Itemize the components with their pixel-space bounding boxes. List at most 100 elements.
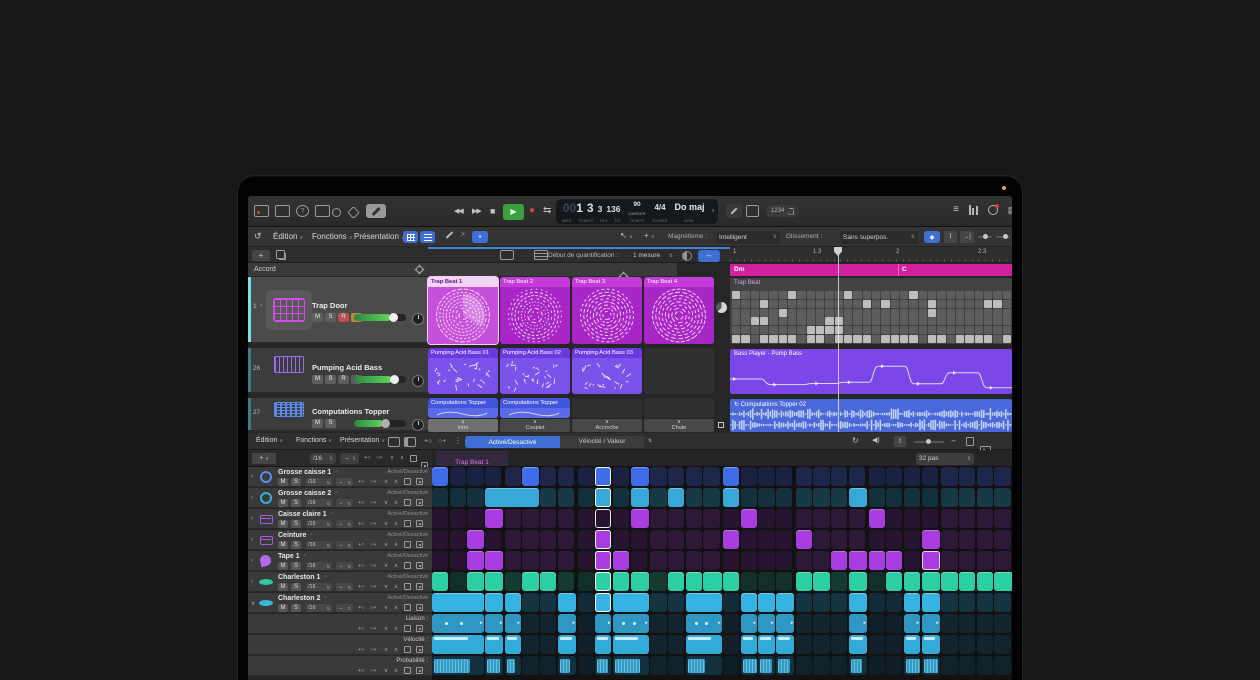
step-cell[interactable]: [650, 593, 666, 612]
step-cell-active[interactable]: [741, 593, 757, 612]
step-cell-active[interactable]: [849, 572, 867, 591]
step-cell[interactable]: [813, 530, 829, 549]
substep-cell[interactable]: [796, 656, 812, 675]
row-down-icon[interactable]: ∨: [384, 668, 388, 674]
substep-cell[interactable]: [813, 635, 829, 654]
substep-cell[interactable]: [831, 614, 847, 633]
step-cell[interactable]: [758, 551, 774, 570]
row-m-button[interactable]: M: [278, 541, 288, 549]
step-cell-active[interactable]: [540, 572, 556, 591]
row-inc-icon[interactable]: +○: [358, 563, 365, 569]
substep-cell[interactable]: [650, 614, 666, 633]
add-row-button[interactable]: + ∨: [252, 453, 276, 464]
empty-loop-slot[interactable]: [572, 398, 642, 418]
menu-presentation-seq[interactable]: Présentation∨: [340, 437, 385, 444]
row-up-icon[interactable]: ∧: [394, 626, 398, 632]
step-cell-active[interactable]: [994, 572, 1012, 591]
pointer-tool-dropdown[interactable]: ↖ ∨: [620, 232, 633, 240]
menu-presentation-loops[interactable]: Présentation∨: [354, 232, 405, 241]
step-cell[interactable]: [813, 488, 829, 507]
menu-fonctions-loops[interactable]: Fonctions∨: [312, 232, 352, 241]
draw-icon[interactable]: [445, 234, 454, 236]
step-cell-active[interactable]: [959, 572, 975, 591]
row-inc-icon[interactable]: +○: [358, 647, 365, 653]
inspector-icon[interactable]: [315, 205, 330, 217]
step-cell[interactable]: [758, 509, 774, 528]
step-cell[interactable]: [723, 551, 739, 570]
tie-cell[interactable]: ▸: [595, 614, 611, 633]
record-button[interactable]: ●: [529, 205, 535, 216]
step-cell-active[interactable]: [485, 593, 503, 612]
dec-icon[interactable]: ○+: [376, 456, 383, 462]
substep-cell[interactable]: [886, 656, 902, 675]
step-cell[interactable]: [558, 509, 574, 528]
step-cell[interactable]: [849, 467, 865, 486]
track-row[interactable]: 27Computations TopperMS: [248, 398, 428, 432]
tie-cell[interactable]: ▸: [558, 614, 576, 633]
step-cell[interactable]: [540, 509, 556, 528]
step-cell[interactable]: [758, 467, 774, 486]
step-cell-active[interactable]: [432, 593, 484, 612]
row-disclosure-icon[interactable]: ›: [251, 474, 253, 480]
step-cell[interactable]: [813, 593, 829, 612]
step-cell-active[interactable]: [941, 572, 957, 591]
row-division-stepper[interactable]: /16⇅: [306, 604, 332, 612]
step-cell[interactable]: [941, 467, 957, 486]
substep-cell[interactable]: [959, 614, 975, 633]
tie-cell[interactable]: ▸: [904, 614, 920, 633]
track-row[interactable]: 26Pumping Acid BassMSRI: [248, 348, 428, 394]
step-cell[interactable]: [595, 509, 611, 528]
step-cell[interactable]: [668, 467, 684, 486]
row-note-stepper-icon[interactable]: ⌃: [309, 533, 313, 539]
row-inc-icon[interactable]: +○: [358, 605, 365, 611]
scene-stop-icon[interactable]: [718, 422, 724, 428]
auto-zoom-button[interactable]: ↔: [698, 250, 720, 262]
step-cell[interactable]: [959, 509, 975, 528]
step-cell[interactable]: [977, 551, 993, 570]
volume-knob[interactable]: [389, 313, 398, 322]
step-cell[interactable]: [776, 530, 792, 549]
empty-loop-slot[interactable]: [644, 398, 714, 418]
row-s-button[interactable]: S: [291, 478, 301, 486]
step-cell[interactable]: [723, 509, 739, 528]
empty-loop-slot[interactable]: [644, 348, 714, 394]
step-cell[interactable]: [886, 488, 902, 507]
step-cell[interactable]: [869, 572, 885, 591]
row-note-stepper-icon[interactable]: ⌃: [303, 554, 307, 560]
probability-cell[interactable]: [741, 656, 757, 675]
step-cell[interactable]: [578, 530, 594, 549]
substep-cell[interactable]: [796, 635, 812, 654]
substep-cell[interactable]: [578, 656, 594, 675]
velocity-cell[interactable]: [758, 635, 774, 654]
row-dec-icon[interactable]: ○+: [370, 479, 377, 485]
step-cell-active[interactable]: [758, 593, 774, 612]
step-cell[interactable]: [831, 509, 847, 528]
step-cell[interactable]: [941, 488, 957, 507]
substep-cell[interactable]: [813, 614, 829, 633]
step-cell-active[interactable]: [522, 467, 538, 486]
cell-edit-icon[interactable]: [500, 250, 514, 260]
track-volume-slider[interactable]: [354, 314, 406, 321]
substep-cell[interactable]: [831, 635, 847, 654]
row-m-button[interactable]: M: [278, 604, 288, 612]
step-cell[interactable]: [540, 551, 556, 570]
tie-cell[interactable]: ▸: [776, 614, 794, 633]
step-cell[interactable]: [723, 593, 739, 612]
step-cell[interactable]: [631, 530, 647, 549]
step-cell[interactable]: [467, 509, 483, 528]
lcd-chevron-icon[interactable]: ∨: [711, 208, 715, 214]
step-cell[interactable]: [485, 530, 501, 549]
step-cell[interactable]: [813, 467, 829, 486]
step-cell[interactable]: [505, 530, 521, 549]
row-disclosure-icon[interactable]: ›: [251, 516, 253, 522]
row-s-button[interactable]: S: [291, 604, 301, 612]
step-cell[interactable]: [941, 551, 957, 570]
step-cell-active[interactable]: [776, 593, 794, 612]
down-icon[interactable]: ∨: [390, 456, 394, 462]
seq-zoom-slider[interactable]: [914, 441, 944, 443]
rotation-stepper[interactable]: →⇅: [340, 453, 359, 464]
step-cell[interactable]: [686, 488, 702, 507]
step-cell-active[interactable]: [485, 488, 539, 507]
loop-cell[interactable]: Pumping Acid Bass 03: [572, 348, 642, 394]
track-s-button[interactable]: S: [325, 375, 336, 384]
